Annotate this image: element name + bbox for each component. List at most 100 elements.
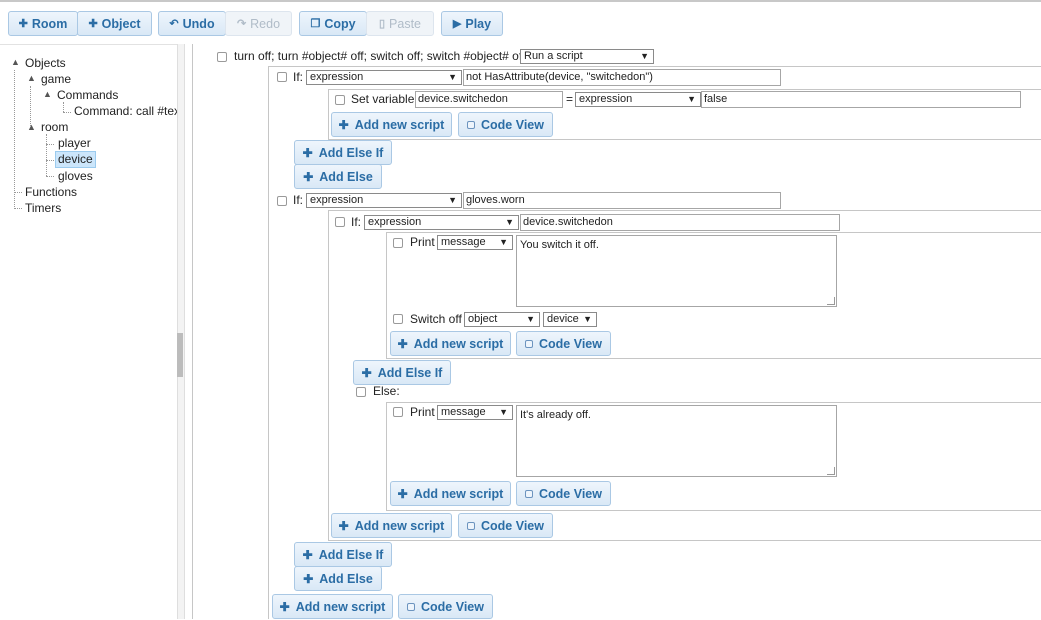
add-else-button[interactable]: ✚ Add Else — [294, 566, 382, 591]
add-new-script-button[interactable]: ✚ Add new script — [331, 112, 452, 137]
script-type-select[interactable]: Run a script ▼ — [520, 49, 654, 64]
if3-label: If: — [351, 215, 362, 229]
set-variable-type-select[interactable]: expression ▼ — [575, 92, 701, 107]
tree-connector — [14, 208, 22, 209]
tree-item-device[interactable]: device — [55, 151, 96, 168]
redo-button[interactable]: ↷ Redo — [225, 11, 292, 36]
dropdown-arrow-icon: ▼ — [499, 407, 508, 417]
switch-off-checkbox[interactable] — [393, 314, 403, 324]
undo-icon: ↶ — [169, 18, 179, 30]
add-new-script-button[interactable]: ✚ Add new script — [390, 481, 511, 506]
tree-item-functions[interactable]: Functions — [25, 185, 77, 200]
command-checkbox[interactable] — [217, 52, 227, 62]
tree-item-gloves[interactable]: gloves — [58, 169, 93, 184]
if1-checkbox[interactable] — [277, 72, 287, 82]
copy-icon: ❐ — [310, 18, 321, 30]
tree-connector — [63, 112, 71, 113]
set-variable-name-input[interactable]: device.switchedon — [415, 91, 563, 108]
code-view-button[interactable]: Code View — [458, 112, 553, 137]
collapse-icon[interactable]: ▲ — [43, 89, 52, 99]
if2-condition-input[interactable]: gloves.worn — [463, 192, 781, 209]
plus-icon: ✚ — [302, 145, 313, 160]
paste-button[interactable]: ▯ Paste — [366, 11, 434, 36]
dropdown-arrow-icon: ▼ — [526, 314, 535, 324]
print1-checkbox[interactable] — [393, 238, 403, 248]
print1-label: Print — [410, 235, 435, 249]
tree-item-objects[interactable]: Objects — [25, 56, 66, 71]
add-else-button[interactable]: ✚ Add Else — [294, 164, 382, 189]
set-variable-label: Set variable — [351, 92, 415, 106]
code-view-icon — [467, 120, 475, 129]
plus-icon: ✚ — [338, 117, 349, 132]
resize-grip-icon[interactable] — [827, 297, 835, 305]
tree-item-timers[interactable]: Timers — [25, 201, 61, 216]
tree-connector — [46, 176, 54, 177]
add-new-script-button[interactable]: ✚ Add new script — [331, 513, 452, 538]
if3-condition-input[interactable]: device.switchedon — [520, 214, 840, 231]
plus-icon: ✚ — [303, 169, 314, 184]
paste-icon: ▯ — [378, 18, 386, 30]
add-else-if-button[interactable]: ✚ Add Else If — [294, 542, 392, 567]
resize-grip-icon[interactable] — [827, 467, 835, 475]
print1-type-select[interactable]: message ▼ — [437, 235, 513, 250]
tree-connector — [46, 134, 47, 176]
tree-item-command[interactable]: Command: call #tex — [74, 104, 177, 119]
tree-item-player[interactable]: player — [58, 136, 91, 151]
dropdown-arrow-icon: ▼ — [448, 195, 457, 205]
if2-type-select[interactable]: expression ▼ — [306, 193, 462, 208]
code-view-icon — [525, 339, 533, 348]
dropdown-arrow-icon: ▼ — [583, 314, 592, 324]
plus-icon: ✚ — [397, 336, 408, 351]
collapse-icon[interactable]: ▲ — [11, 57, 20, 67]
collapse-icon[interactable]: ▲ — [27, 73, 36, 83]
scrollbar-thumb[interactable] — [177, 333, 183, 377]
switch-off-object-select[interactable]: device ▼ — [543, 312, 597, 327]
code-view-button[interactable]: Code View — [458, 513, 553, 538]
code-view-button[interactable]: Code View — [398, 594, 493, 619]
set-variable-value-input[interactable]: false — [701, 91, 1021, 108]
add-else-if-button[interactable]: ✚ Add Else If — [353, 360, 451, 385]
switch-off-type-select[interactable]: object ▼ — [464, 312, 540, 327]
plus-icon: ✚ — [302, 547, 313, 562]
add-new-script-button[interactable]: ✚ Add new script — [272, 594, 393, 619]
equals-sign: = — [566, 92, 574, 106]
tree-item-room[interactable]: room — [41, 120, 68, 135]
add-room-button[interactable]: ✚ Room — [8, 11, 78, 36]
if2-checkbox[interactable] — [277, 196, 287, 206]
copy-button[interactable]: ❐ Copy — [299, 11, 367, 36]
tree-connector — [14, 192, 22, 193]
print2-textarea[interactable]: It's already off. — [516, 405, 837, 477]
add-object-button[interactable]: ✚ Object — [77, 11, 152, 36]
if3-type-select[interactable]: expression ▼ — [364, 215, 519, 230]
collapse-icon[interactable]: ▲ — [27, 122, 36, 132]
if1-condition-input[interactable]: not HasAttribute(device, "switchedon") — [463, 69, 781, 86]
if2-label: If: — [293, 193, 304, 207]
else-label: Else: — [373, 384, 400, 398]
plus-icon: ✚ — [88, 18, 98, 30]
plus-icon: ✚ — [18, 18, 28, 30]
code-view-button[interactable]: Code View — [516, 481, 611, 506]
else-checkbox[interactable] — [356, 387, 366, 397]
play-button[interactable]: ▶ Play — [441, 11, 503, 36]
if1-type-select[interactable]: expression ▼ — [306, 70, 462, 85]
print1-textarea[interactable]: You switch it off. — [516, 235, 837, 307]
tree-connector — [46, 160, 54, 161]
print2-type-select[interactable]: message ▼ — [437, 405, 513, 420]
print2-checkbox[interactable] — [393, 407, 403, 417]
object-tree: ▲ Objects ▲ game ▲ Commands Command: cal… — [0, 44, 177, 620]
tree-item-commands[interactable]: Commands — [57, 88, 118, 103]
set-variable-checkbox[interactable] — [335, 95, 345, 105]
plus-icon: ✚ — [397, 486, 408, 501]
undo-button[interactable]: ↶ Undo — [158, 11, 226, 36]
redo-icon: ↷ — [236, 18, 247, 30]
plus-icon: ✚ — [303, 571, 314, 586]
add-new-script-button[interactable]: ✚ Add new script — [390, 331, 511, 356]
code-view-icon — [525, 489, 533, 498]
if3-checkbox[interactable] — [335, 217, 345, 227]
code-view-button[interactable]: Code View — [516, 331, 611, 356]
add-else-if-button[interactable]: ✚ Add Else If — [294, 140, 392, 165]
if1-label: If: — [293, 70, 304, 84]
tree-item-game[interactable]: game — [41, 72, 71, 87]
dropdown-arrow-icon: ▼ — [640, 51, 649, 61]
plus-icon: ✚ — [338, 518, 349, 533]
